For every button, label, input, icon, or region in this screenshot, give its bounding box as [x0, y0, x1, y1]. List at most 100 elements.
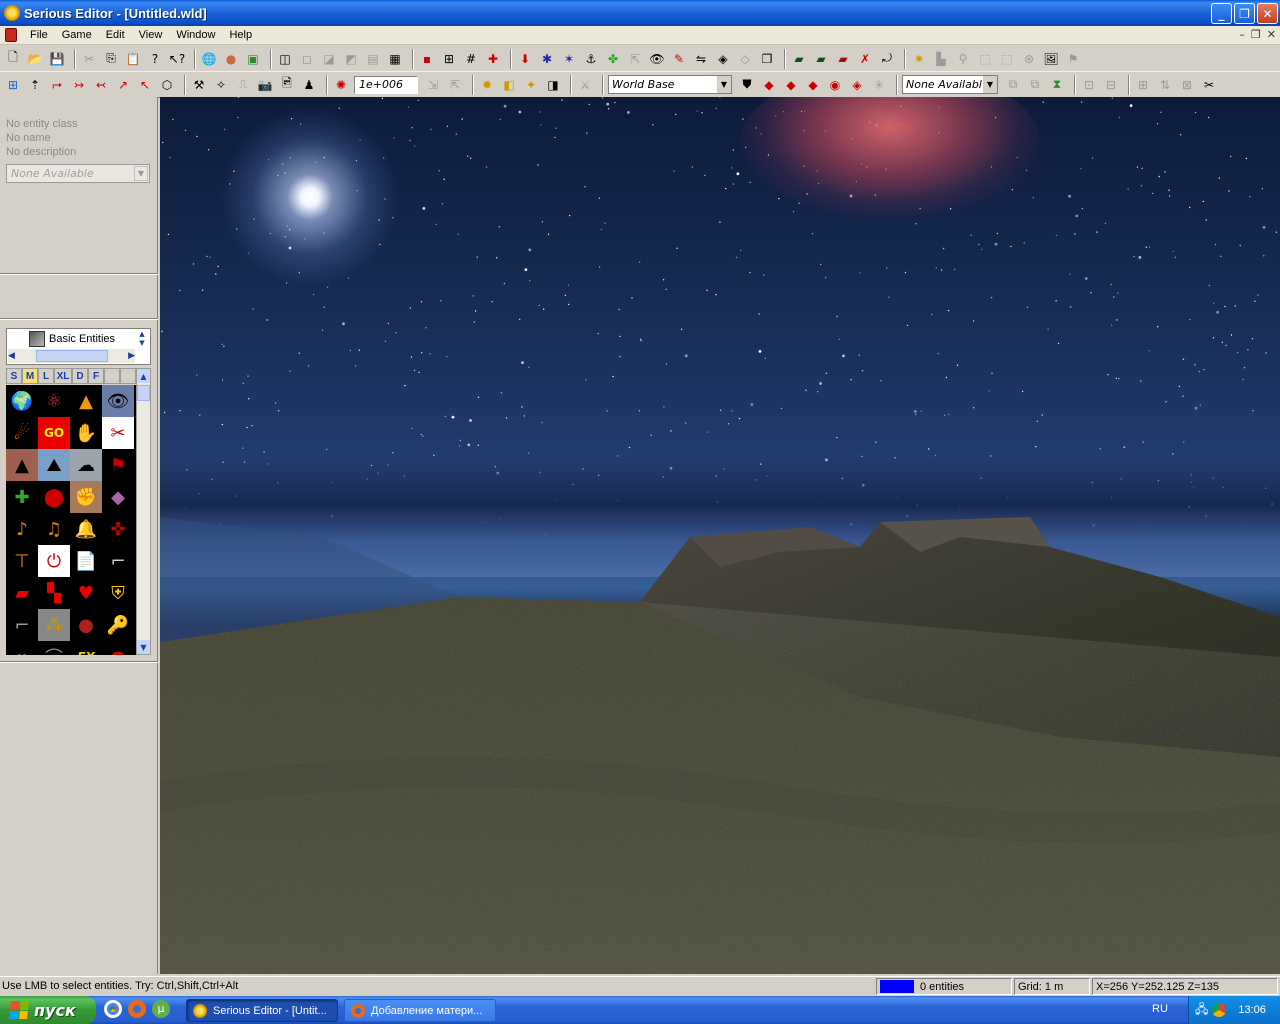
- heart-icon[interactable]: ♥: [70, 577, 102, 609]
- picture-icon[interactable]: 🖼: [1042, 50, 1060, 68]
- new-file-icon[interactable]: 🗋: [4, 50, 22, 68]
- gray5-icon[interactable]: ⊠: [1178, 76, 1196, 94]
- align2-icon[interactable]: ⇱: [446, 76, 464, 94]
- knife-icon[interactable]: ✂: [102, 417, 134, 449]
- tab-blank[interactable]: [104, 368, 120, 384]
- mdi-close-icon[interactable]: ✕: [1267, 28, 1276, 41]
- gun-icon[interactable]: ⌐: [102, 545, 134, 577]
- link-icon[interactable]: ✤: [604, 50, 622, 68]
- palette-vscroll[interactable]: ▲ ▼: [136, 368, 151, 655]
- paper-icon[interactable]: 📄: [70, 545, 102, 577]
- grid-red-icon[interactable]: ▪: [418, 50, 436, 68]
- arrow-right-icon[interactable]: ↣: [70, 76, 88, 94]
- photo-icon[interactable]: 🖻: [278, 76, 296, 94]
- eye-entity-icon[interactable]: 👁: [102, 385, 134, 417]
- target-icon[interactable]: ⊛: [1020, 50, 1038, 68]
- pointer3-icon[interactable]: ↖: [136, 76, 154, 94]
- open-folder-icon[interactable]: 📂: [26, 50, 44, 68]
- world-base-combo[interactable]: World Base ▼: [608, 75, 732, 94]
- mountain-icon[interactable]: ⛰: [38, 449, 70, 481]
- view-properties-icon[interactable]: ▦: [386, 50, 404, 68]
- pointer2-icon[interactable]: ↗: [114, 76, 132, 94]
- select-rect-icon[interactable]: ⬚: [976, 50, 994, 68]
- tab-blank[interactable]: [120, 368, 136, 384]
- ammo-icon[interactable]: ⁂: [38, 609, 70, 641]
- gray3-icon[interactable]: ⊞: [1134, 76, 1152, 94]
- apple-icon[interactable]: ●: [102, 641, 134, 656]
- chevron-down-icon[interactable]: ▼: [982, 76, 997, 93]
- sector-red4-icon[interactable]: ◉: [826, 76, 844, 94]
- light-star-icon[interactable]: ✦: [522, 76, 540, 94]
- world-globe-icon[interactable]: 🌍: [6, 385, 38, 417]
- utorrent-icon[interactable]: µ: [152, 1000, 170, 1018]
- terrain-icon[interactable]: ⧗: [1048, 76, 1066, 94]
- tab-d[interactable]: D: [72, 368, 88, 384]
- small1-icon[interactable]: ∞: [6, 641, 38, 656]
- scroll-right-icon[interactable]: ▶: [128, 351, 135, 361]
- chrome-icon[interactable]: [104, 1000, 122, 1018]
- entity-palette[interactable]: 🌍 ⚛ ▲ 👁 ☄ GO ✋ ✂ ▲ ⛰ ☁ ⚑ ✚ ⬤ ✊ ◆ ♪ ♫ 🔔 ✜…: [6, 385, 136, 655]
- small2-icon[interactable]: ⌒: [38, 641, 70, 655]
- light-icon[interactable]: ✷: [910, 50, 928, 68]
- pointer-red-icon[interactable]: ⮣: [48, 76, 66, 94]
- mirror-icon[interactable]: ⇋: [692, 50, 710, 68]
- layer1-icon[interactable]: ▰: [790, 50, 808, 68]
- armor-icon[interactable]: ⛨: [102, 577, 134, 609]
- copy-icon[interactable]: ⎘: [102, 50, 120, 68]
- scissors-icon[interactable]: ✂: [1200, 76, 1218, 94]
- paste-icon[interactable]: 📋: [124, 50, 142, 68]
- rotate-icon[interactable]: ⤾: [878, 50, 896, 68]
- menu-help[interactable]: Help: [222, 29, 259, 41]
- scroll-thumb[interactable]: [137, 385, 150, 401]
- spark-icon[interactable]: ✺: [332, 76, 350, 94]
- texture-hand-icon[interactable]: ✊: [70, 481, 102, 513]
- none-available-combo[interactable]: None Available ▼: [902, 75, 998, 94]
- menu-edit[interactable]: Edit: [99, 29, 132, 41]
- measure-icon[interactable]: ⇱: [626, 50, 644, 68]
- anchor-icon[interactable]: ⚓: [582, 50, 600, 68]
- eye-icon[interactable]: 👁: [648, 50, 666, 68]
- pin-icon[interactable]: ⚲: [954, 50, 972, 68]
- scroll-left-icon[interactable]: ◀: [8, 351, 15, 361]
- 3d-viewport[interactable]: [160, 97, 1280, 974]
- add-entity-icon[interactable]: ⛊: [738, 76, 756, 94]
- red-box-icon[interactable]: ▰: [6, 577, 38, 609]
- pencil-icon[interactable]: ✎: [670, 50, 688, 68]
- sector-red1-icon[interactable]: ◆: [760, 76, 778, 94]
- minimize-button[interactable]: _: [1211, 3, 1232, 24]
- tree-node-basic-entities[interactable]: Basic Entities: [29, 331, 115, 347]
- revolver-icon[interactable]: ⌐: [6, 609, 38, 641]
- csg-remove-icon[interactable]: ◻: [298, 50, 316, 68]
- bomb-icon[interactable]: ●: [70, 609, 102, 641]
- task-firefox[interactable]: Добавление матери...: [344, 999, 496, 1022]
- menu-game[interactable]: Game: [55, 29, 99, 41]
- title-bar[interactable]: Serious Editor - [Untitled.wld] _ ❐ ✕: [0, 0, 1280, 26]
- texture-icon[interactable]: ▣: [244, 50, 262, 68]
- mdi-minimize-icon[interactable]: –: [1239, 28, 1245, 41]
- fx-icon[interactable]: FX: [70, 641, 102, 655]
- tab-s[interactable]: S: [6, 368, 22, 384]
- camera-icon[interactable]: 📷: [256, 76, 274, 94]
- menu-view[interactable]: View: [132, 29, 170, 41]
- drop-icon[interactable]: ⬇: [516, 50, 534, 68]
- entity-tree[interactable]: Basic Entities ▲ ▼ ◀ ▶: [6, 328, 151, 365]
- grid-icon[interactable]: #: [462, 50, 480, 68]
- network-icon[interactable]: 🖧: [1195, 1000, 1208, 1021]
- start-button[interactable]: пуск: [0, 996, 96, 1024]
- crystal-icon[interactable]: ◆: [102, 481, 134, 513]
- prop2-icon[interactable]: ⧉: [1026, 76, 1044, 94]
- move-icon[interactable]: ⇡: [26, 76, 44, 94]
- sector-gray-icon[interactable]: ✳: [870, 76, 888, 94]
- grid-select-icon[interactable]: ⊞: [4, 76, 22, 94]
- vertex-icon[interactable]: ✶: [560, 50, 578, 68]
- grid-size-field[interactable]: 1e+006: [354, 75, 418, 94]
- scroll-thumb[interactable]: [35, 350, 108, 362]
- serious-editor-app-icon[interactable]: [4, 5, 20, 21]
- align-icon[interactable]: ⇲: [424, 76, 442, 94]
- light-box2-icon[interactable]: ◨: [544, 76, 562, 94]
- light-cone-icon[interactable]: ▲: [70, 385, 102, 417]
- sector-red5-icon[interactable]: ◈: [848, 76, 866, 94]
- table-icon[interactable]: ⊤: [6, 545, 38, 577]
- gray4-icon[interactable]: ⇅: [1156, 76, 1174, 94]
- tab-l[interactable]: L: [38, 368, 54, 384]
